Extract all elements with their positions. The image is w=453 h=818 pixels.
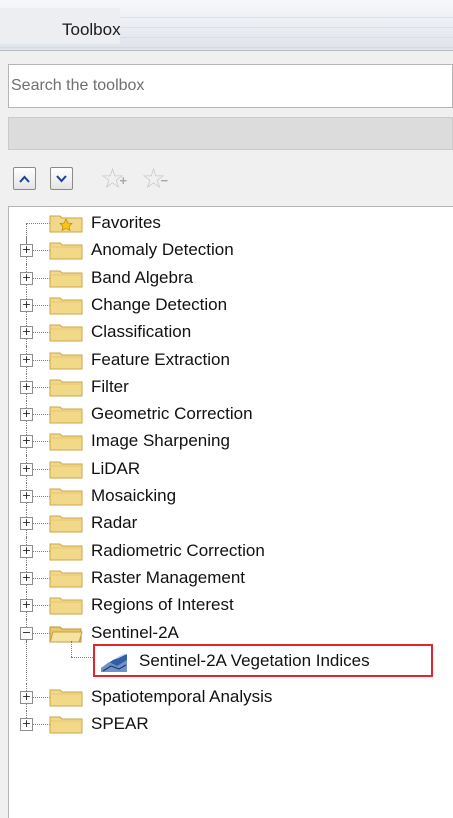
tree-node[interactable]: + Regions of Interest: [9, 591, 453, 620]
remove-favorite-button[interactable]: ☆ −: [141, 165, 169, 193]
tree-node-label: Radiometric Correction: [91, 540, 265, 560]
tree-connector: [71, 656, 93, 658]
tree-node-label: Geometric Correction: [91, 404, 253, 424]
tree-node-label: Classification: [91, 322, 192, 342]
tree-node-label: LiDAR: [91, 458, 141, 478]
expand-icon[interactable]: +: [20, 326, 33, 340]
folder-icon: [49, 297, 83, 315]
open-folder-icon: [49, 626, 83, 642]
tree-node-label: Filter: [91, 376, 129, 396]
add-favorite-button[interactable]: ☆ +: [100, 165, 128, 193]
folder-icon: [49, 352, 83, 369]
move-down-button[interactable]: [50, 167, 73, 190]
tree-node[interactable]: + Mosaicking: [9, 482, 453, 510]
folder-icon: [49, 570, 83, 588]
tree-node-label: Feature Extraction: [91, 349, 230, 369]
tree-node[interactable]: + Classification: [9, 318, 453, 347]
expand-icon[interactable]: +: [20, 353, 33, 367]
minus-icon: −: [160, 173, 169, 188]
tree-node[interactable]: + Image Sharpening: [9, 427, 453, 456]
move-up-button[interactable]: [13, 167, 36, 190]
expand-icon[interactable]: +: [20, 718, 33, 732]
tree-node-label: Band Algebra: [91, 267, 194, 287]
tree-node[interactable]: + Anomaly Detection: [9, 236, 453, 265]
folder-icon: [49, 324, 83, 342]
tree-node-label: Mosaicking: [91, 486, 177, 505]
folder-icon: [49, 242, 83, 260]
panel-title: Toolbox: [0, 8, 121, 44]
folder-icon: [49, 433, 83, 451]
expand-icon[interactable]: +: [20, 490, 33, 503]
tree-node-label: SPEAR: [91, 714, 149, 734]
folder-icon: [49, 379, 83, 397]
folder-icon: [49, 406, 83, 424]
expand-icon[interactable]: +: [20, 544, 33, 558]
tree-node[interactable]: Favorites: [9, 209, 453, 251]
collapse-icon[interactable]: −: [20, 626, 33, 640]
tree-node-label: Raster Management: [91, 567, 246, 587]
chevron-up-icon: [19, 175, 30, 183]
toolbox-tree[interactable]: Favorites + Anomaly Detection + Band Algebra…: [8, 206, 453, 818]
tree-connector: [26, 640, 27, 681]
expand-icon[interactable]: +: [20, 462, 33, 476]
folder-icon: [49, 716, 83, 734]
favorites-folder-icon: [49, 215, 83, 233]
tree-node[interactable]: + Spatiotemporal Analysis: [9, 682, 453, 711]
tree-node[interactable]: + Filter: [9, 372, 453, 401]
tree-node[interactable]: + Radar: [9, 509, 453, 538]
tree-node[interactable]: + SPEAR: [9, 710, 453, 738]
tree-node-label: Spatiotemporal Analysis: [91, 686, 273, 706]
tree-tool-item[interactable]: Sentinel-2A Vegetation Indices: [9, 640, 453, 681]
expand-icon[interactable]: +: [20, 435, 33, 449]
tree-node[interactable]: + LiDAR: [9, 454, 453, 483]
expand-icon[interactable]: +: [20, 244, 33, 258]
expand-icon[interactable]: +: [20, 571, 33, 585]
expand-icon[interactable]: +: [20, 380, 33, 394]
tree-node[interactable]: + Radiometric Correction: [9, 536, 453, 565]
folder-icon: [49, 597, 83, 615]
tree-node-label: Change Detection: [91, 294, 228, 314]
tree-node[interactable]: + Geometric Correction: [9, 400, 453, 429]
tree-node-label: Regions of Interest: [91, 595, 234, 615]
tree-node-label: Radar: [91, 513, 138, 533]
tree-node-label: Anomaly Detection: [91, 240, 234, 260]
tree-node[interactable]: + Feature Extraction: [9, 345, 453, 374]
tree-connector: [26, 223, 50, 224]
tree-connector: [71, 640, 72, 657]
tree-node-label: Image Sharpening: [91, 431, 230, 451]
expand-icon[interactable]: +: [20, 599, 33, 613]
expand-icon[interactable]: +: [20, 298, 33, 312]
search-box[interactable]: [8, 64, 453, 108]
toolbox-toolbar: ☆ + ☆ −: [8, 162, 453, 198]
tree-node-label: Favorites: [91, 213, 161, 232]
tree-node[interactable]: + Raster Management: [9, 563, 453, 592]
folder-icon: [49, 515, 83, 533]
tree-node[interactable]: + Change Detection: [9, 290, 453, 319]
folder-icon: [49, 461, 83, 479]
filter-bar: [8, 117, 453, 150]
search-input[interactable]: [9, 65, 452, 107]
expand-icon[interactable]: +: [20, 690, 33, 704]
tree-tool-label: Sentinel-2A Vegetation Indices: [139, 650, 370, 670]
chevron-down-icon: [56, 174, 67, 182]
folder-icon: [49, 689, 83, 707]
expand-icon[interactable]: +: [20, 408, 33, 422]
folder-icon: [49, 488, 83, 506]
tree-node[interactable]: + Band Algebra: [9, 263, 453, 292]
expand-icon[interactable]: +: [20, 271, 33, 285]
toolbox-titlebar: Toolbox: [0, 0, 453, 51]
folder-icon: [49, 543, 83, 561]
folder-icon: [49, 270, 83, 288]
plus-icon: +: [119, 173, 128, 188]
expand-icon[interactable]: +: [20, 517, 33, 531]
